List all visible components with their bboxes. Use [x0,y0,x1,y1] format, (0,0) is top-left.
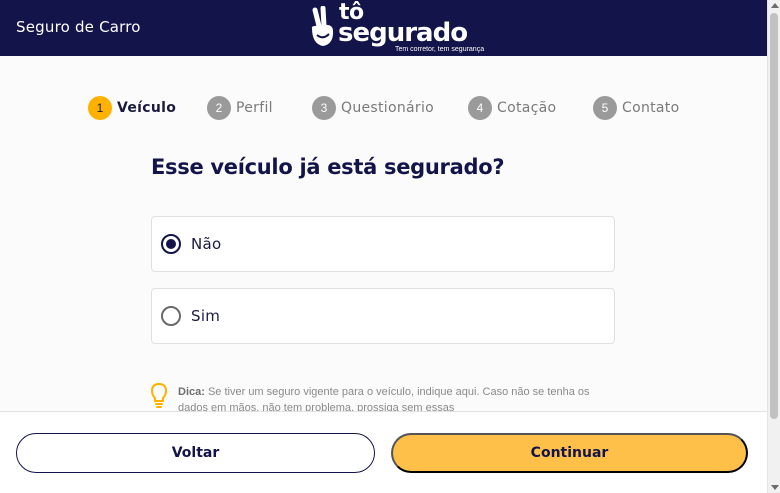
lightbulb-icon [150,382,168,408]
option-label: Não [191,235,222,253]
continue-button[interactable]: Continuar [391,433,748,473]
option-nao[interactable]: Não [151,216,615,272]
option-label: Sim [191,307,221,325]
step-label: Cotação [497,100,557,116]
page-scrollbar[interactable] [767,0,780,493]
tip-text: Dica: Se tiver um seguro vigente para o … [178,384,618,412]
logo-tagline: Tem corretor, tem segurança [395,46,485,53]
step-cotacao: 4 Cotação [468,96,556,120]
step-veiculo: 1 Veículo [88,96,176,120]
step-contato: 5 Contato [593,96,679,120]
tip-title: Dica: [178,386,205,398]
step-label: Questionário [341,100,435,116]
footer-bar: Voltar Continuar [0,411,767,493]
step-label: Contato [622,100,680,116]
scrollbar-thumb[interactable] [770,13,778,419]
step-number: 3 [312,96,336,120]
logo-text-segurado: segurado [338,18,468,48]
step-questionario: 3 Questionário [312,96,434,120]
back-button[interactable]: Voltar [16,433,375,473]
scroll-up-arrow-icon[interactable] [771,3,779,8]
step-perfil: 2 Perfil [207,96,273,120]
top-header: Seguro de Carro tô segurado Tem corretor… [0,0,767,56]
scroll-down-arrow-icon[interactable] [771,485,779,490]
option-sim[interactable]: Sim [151,288,615,344]
step-number: 1 [88,96,112,120]
brand-logo[interactable]: tô segurado Tem corretor, tem segurança [307,0,487,54]
step-number: 4 [468,96,492,120]
step-label: Veículo [117,100,177,116]
tip-box: Dica: Se tiver um seguro vigente para o … [150,382,620,412]
page-question: Esse veículo já está segurado? [151,155,505,179]
peace-hand-icon [311,6,334,46]
radio-button-sim[interactable] [161,306,181,326]
step-label: Perfil [236,100,273,116]
step-number: 2 [207,96,231,120]
step-number: 5 [593,96,617,120]
header-title: Seguro de Carro [16,18,141,36]
radio-button-nao[interactable] [161,234,181,254]
tip-body: Se tiver um seguro vigente para o veícul… [178,386,590,412]
